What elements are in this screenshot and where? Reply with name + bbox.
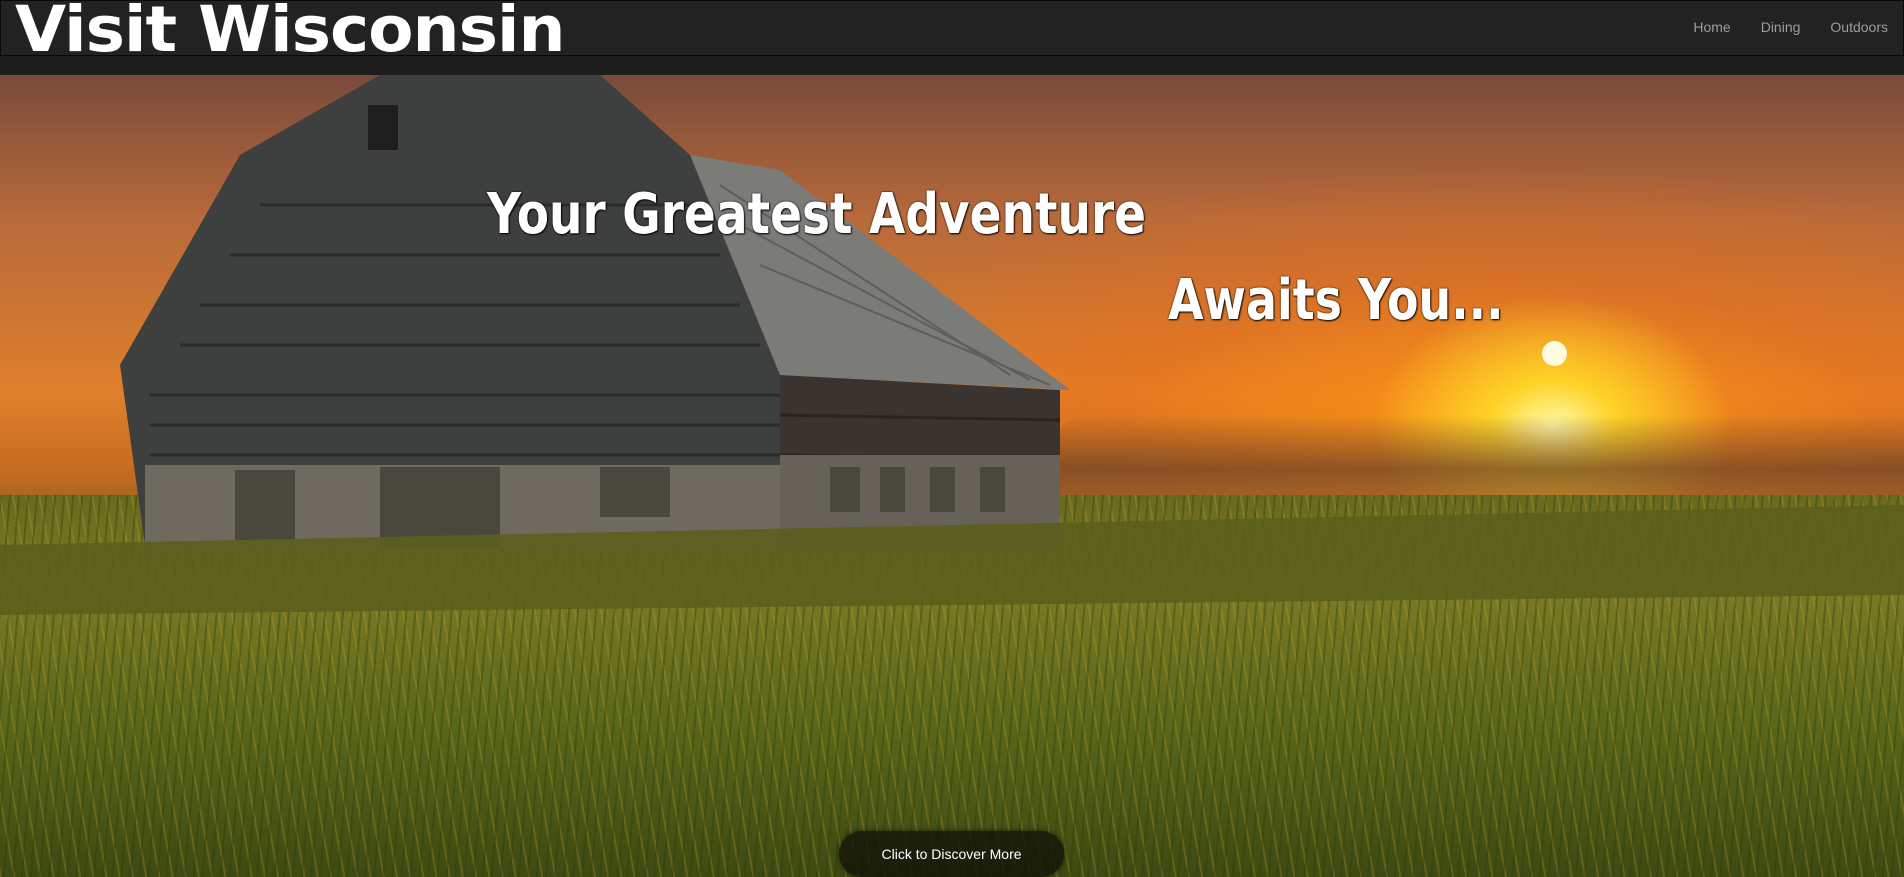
discover-more-button[interactable]: Click to Discover More xyxy=(839,831,1064,877)
hero-headline-line1: Your Greatest Adventure xyxy=(487,182,1147,247)
hero-headline-line2: Awaits You... xyxy=(1168,268,1504,333)
hero-section: Your Greatest Adventure Awaits You... Cl… xyxy=(0,75,1904,877)
nav-link-home[interactable]: Home xyxy=(1678,1,1745,54)
navbar: Visit Wisconsin Home Dining Outdoors xyxy=(0,0,1904,75)
nav-link-outdoors[interactable]: Outdoors xyxy=(1815,1,1903,54)
navbar-inner: Visit Wisconsin Home Dining Outdoors xyxy=(0,0,1904,65)
nav-link-dining[interactable]: Dining xyxy=(1746,1,1816,54)
main-nav: Home Dining Outdoors xyxy=(1678,1,1903,54)
brand-logo-link[interactable]: Visit Wisconsin xyxy=(15,0,566,65)
